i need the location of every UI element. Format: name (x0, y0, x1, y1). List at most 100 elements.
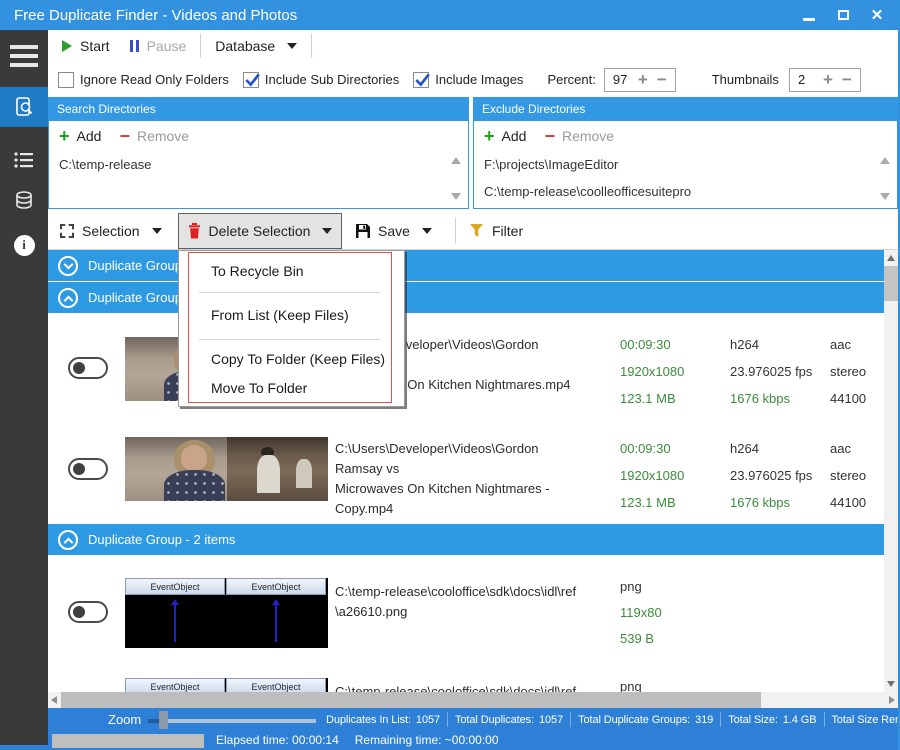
percent-increment-button[interactable]: + (638, 71, 648, 88)
sidebar-item-database[interactable] (0, 182, 48, 222)
scroll-down-icon[interactable] (887, 681, 895, 687)
exclude-add-button[interactable]: Add (502, 128, 527, 144)
toolbar-separator (200, 34, 202, 58)
duration-value: 00:09:30 (620, 441, 671, 456)
minimize-button[interactable] (792, 0, 826, 30)
checkmark-icon (415, 73, 431, 87)
selection-button[interactable]: Selection (52, 215, 170, 247)
include-images-label: Include Images (435, 72, 524, 87)
maximize-button[interactable] (826, 0, 860, 30)
scroll-right-icon[interactable] (889, 696, 895, 704)
menu-item-from-list[interactable]: From List (Keep Files) (211, 307, 349, 323)
scrollbar-thumb[interactable] (884, 266, 898, 301)
search-remove-button[interactable]: Remove (137, 128, 189, 144)
remove-icon[interactable]: − (544, 126, 555, 147)
selection-icon (60, 224, 74, 238)
add-icon[interactable]: + (59, 126, 70, 147)
menu-item-move-to-folder[interactable]: Move To Folder (211, 380, 307, 396)
sidebar-item-duplicate-list[interactable] (0, 140, 48, 180)
group-header-3[interactable]: Duplicate Group - 2 items (48, 524, 884, 555)
scroll-down-icon[interactable] (880, 193, 890, 200)
expand-chevron-icon[interactable] (58, 255, 78, 276)
mark-toggle[interactable] (68, 458, 108, 480)
video-thumbnail[interactable] (125, 437, 328, 501)
file-details-column2: h264 23.976025 fps 1676 kbps (730, 331, 812, 412)
delete-selection-label: Delete Selection (208, 223, 311, 239)
sidebar-item-about[interactable]: i (0, 225, 48, 265)
percent-decrement-button[interactable]: − (657, 71, 667, 88)
scroll-up-icon[interactable] (880, 157, 890, 164)
file-row-4: EventObject EventObject C:\temp-release\… (48, 660, 884, 692)
scroll-left-icon[interactable] (51, 696, 57, 704)
vertical-scrollbar[interactable] (884, 250, 898, 692)
add-icon[interactable]: + (484, 126, 495, 147)
ignore-read-only-checkbox[interactable] (58, 71, 74, 88)
thumbnails-increment-button[interactable]: + (823, 71, 833, 88)
file-details-column1: png 119x80 539 B (620, 574, 662, 652)
horizontal-scrollbar[interactable] (48, 692, 898, 708)
percent-spinner: 97 + − (603, 67, 676, 92)
scrollbar-thumb[interactable] (61, 692, 761, 708)
percent-value[interactable]: 97 (613, 72, 629, 87)
image-thumbnail[interactable]: EventObject EventObject (125, 578, 328, 648)
hamburger-menu-button[interactable] (10, 45, 38, 67)
titlebar: Free Duplicate Finder - Videos and Photo… (0, 0, 900, 30)
include-images-checkbox[interactable] (413, 71, 431, 88)
file-path-line1: C:\temp-release\cooloffice\sdk\docs\idl\… (335, 684, 577, 692)
search-add-button[interactable]: Add (77, 128, 102, 144)
mark-toggle[interactable] (68, 601, 108, 623)
search-directory-item[interactable]: C:\temp-release (49, 151, 468, 178)
collapse-chevron-icon[interactable] (58, 529, 78, 550)
start-button[interactable]: Start (62, 38, 110, 54)
mark-toggle[interactable] (68, 357, 108, 379)
exclude-directories-panel: Exclude Directories + Add − Remove F:\pr… (473, 97, 898, 209)
scroll-down-icon[interactable] (451, 193, 461, 200)
collapse-chevron-icon[interactable] (58, 287, 78, 308)
save-button[interactable]: Save (348, 215, 440, 247)
file-details-column3: aac stereo 44100 (830, 435, 866, 516)
file-path[interactable]: C:\temp-release\cooloffice\sdk\docs\idl\… (335, 682, 585, 692)
delete-selection-button[interactable]: Delete Selection (178, 213, 342, 249)
toggle-knob (73, 362, 85, 374)
trash-icon (188, 223, 200, 239)
exclude-directory-item[interactable]: F:\projects\ImageEditor (474, 151, 897, 178)
ignore-read-only-label: Ignore Read Only Folders (80, 72, 229, 87)
thumbnails-value[interactable]: 2 (798, 72, 814, 87)
exclude-directory-item[interactable]: C:\temp-release\coolleofficesuitepro (474, 178, 897, 205)
menu-item-to-recycle-bin[interactable]: To Recycle Bin (211, 263, 304, 279)
sample-rate-value: 44100 (830, 495, 867, 510)
pause-label: Pause (146, 38, 187, 54)
size-value: 123.1 MB (620, 495, 676, 510)
chevron-down-icon (287, 43, 298, 49)
close-button[interactable]: ✕ (860, 0, 894, 30)
thumbnails-decrement-button[interactable]: − (842, 71, 852, 88)
group-header-1[interactable]: Duplicate Group - (48, 250, 884, 281)
file-path-line1: C:\temp-release\cooloffice\sdk\docs\idl\… (335, 584, 577, 599)
channels-value: stereo (830, 468, 867, 483)
scroll-up-icon[interactable] (451, 157, 461, 164)
remaining-time: Remaining time: ~00:00:00 (354, 733, 499, 747)
progress-bar (52, 734, 204, 748)
filter-button[interactable]: Filter (462, 215, 531, 247)
pause-button[interactable]: Pause (129, 38, 187, 54)
exclude-remove-button[interactable]: Remove (562, 128, 614, 144)
database-dropdown-button[interactable]: Database (215, 38, 298, 54)
database-icon (16, 191, 32, 209)
fps-value: 23.976025 fps (730, 364, 813, 379)
selection-label: Selection (82, 223, 140, 239)
include-sub-directories-checkbox[interactable] (242, 71, 260, 88)
file-path[interactable]: C:\Users\Developer\Videos\Gordon Ramsay … (335, 439, 585, 519)
remove-icon[interactable]: − (119, 126, 130, 147)
sidebar-item-search[interactable] (0, 87, 48, 127)
main-toolbar: Start Pause Database (48, 30, 898, 62)
menu-item-copy-to-folder[interactable]: Copy To Folder (Keep Files) (211, 351, 385, 367)
thumbnail-text: EventObject (125, 678, 225, 692)
file-path[interactable]: C:\temp-release\cooloffice\sdk\docs\idl\… (335, 582, 585, 622)
duration-value: 00:09:30 (620, 337, 671, 352)
scroll-up-icon[interactable] (887, 255, 895, 261)
app-title: Free Duplicate Finder - Videos and Photo… (14, 6, 298, 24)
image-thumbnail[interactable]: EventObject EventObject (125, 678, 328, 692)
group-header-2[interactable]: Duplicate Group - (48, 282, 884, 313)
fps-value: 23.976025 fps (730, 468, 813, 483)
group-label: Duplicate Group - (88, 290, 190, 305)
